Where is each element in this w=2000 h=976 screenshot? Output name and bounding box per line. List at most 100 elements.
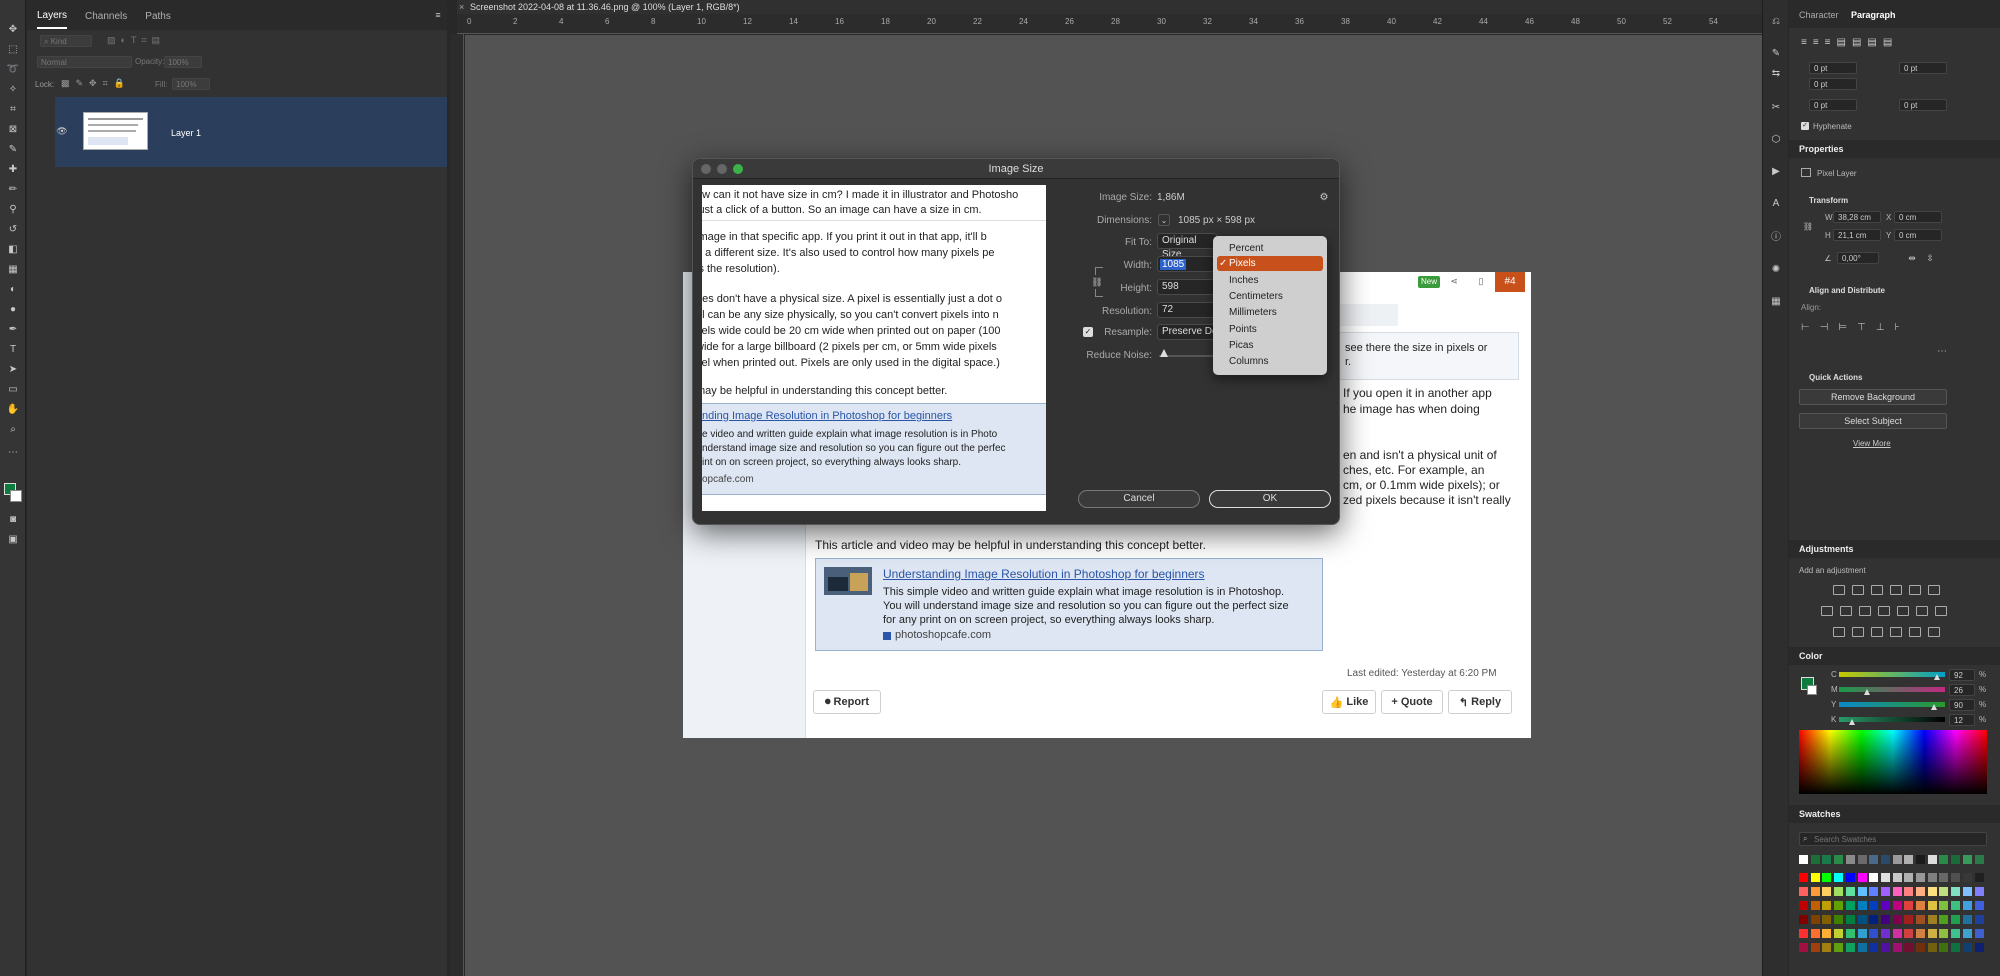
menu-item-columns[interactable]: Columns [1217, 354, 1323, 369]
height-cm-input[interactable]: 21,1 cm [1833, 229, 1881, 241]
color-swatch[interactable] [1799, 887, 1808, 896]
color-swatch[interactable] [1904, 855, 1914, 864]
grid-panel-icon[interactable]: ▦ [1769, 294, 1783, 308]
image-preview[interactable]: ow can it not have size in cm? I made it… [702, 185, 1046, 511]
color-spectrum[interactable] [1799, 730, 1987, 794]
remove-background-button[interactable]: Remove Background [1799, 389, 1947, 405]
marquee-tool-icon[interactable]: ⬚ [4, 40, 22, 58]
color-swatch[interactable] [1939, 855, 1949, 864]
screen-mode-icon[interactable]: ▣ [4, 530, 22, 548]
adjustment-icon[interactable] [1840, 606, 1852, 616]
color-swatch[interactable] [1951, 943, 1961, 952]
color-swatch[interactable] [1904, 873, 1914, 882]
color-swatch[interactable] [1939, 887, 1949, 896]
color-swatch[interactable] [1951, 901, 1961, 910]
color-swatch[interactable] [1927, 929, 1937, 938]
indent-first-input[interactable]: 0 pt [1809, 78, 1857, 90]
fit-to-select[interactable]: Original Size [1157, 233, 1217, 260]
color-swatch[interactable] [1799, 929, 1808, 938]
crop-tool-icon[interactable]: ⌗ [4, 100, 22, 118]
angle-input[interactable]: 0,00° [1837, 252, 1879, 264]
color-swatch[interactable] [1962, 873, 1972, 882]
visibility-eye-icon[interactable]: 👁 [55, 124, 69, 138]
color-swatch[interactable] [1822, 915, 1832, 924]
character-panel-icon[interactable]: A [1769, 196, 1783, 210]
indent-left-input[interactable]: 0 pt [1809, 62, 1857, 74]
transform-header[interactable]: Transform [1809, 196, 1848, 205]
filter-icons[interactable]: ▨◐T⌗▤ [107, 35, 237, 47]
adjustment-icon[interactable] [1821, 606, 1833, 616]
cmyk-slider-handle[interactable] [1848, 719, 1855, 725]
color-swatch[interactable] [1845, 943, 1855, 952]
color-swatch[interactable] [1939, 943, 1949, 952]
color-swatch[interactable] [1904, 929, 1914, 938]
color-swatch[interactable] [1869, 915, 1879, 924]
color-swatch[interactable] [1939, 915, 1949, 924]
adjustment-icon[interactable] [1852, 627, 1864, 637]
color-swatch[interactable] [1880, 943, 1890, 952]
color-swatch[interactable] [1857, 873, 1867, 882]
menu-item-percent[interactable]: Percent [1217, 241, 1323, 256]
gear-icon[interactable]: ⚙ [1318, 191, 1330, 203]
brush-tool-icon[interactable]: ✏ [4, 180, 22, 198]
adjustment-icon[interactable] [1878, 606, 1890, 616]
adjustment-icon[interactable] [1871, 627, 1883, 637]
color-swatch[interactable] [1845, 929, 1855, 938]
color-swatch[interactable] [1857, 915, 1867, 924]
menu-item-points[interactable]: Points [1217, 322, 1323, 337]
cmyk-slider-handle[interactable] [1933, 674, 1940, 680]
color-swatch[interactable] [1916, 873, 1925, 882]
search-swatches-input[interactable] [1814, 834, 1984, 845]
hand-tool-icon[interactable]: ✋ [4, 400, 22, 418]
color-swatch[interactable] [1974, 901, 1984, 910]
color-swatch[interactable] [1834, 855, 1844, 864]
color-swatch[interactable] [1916, 915, 1925, 924]
color-swatch[interactable] [1939, 901, 1949, 910]
cmyk-slider-track[interactable] [1839, 687, 1945, 692]
tab-character[interactable]: Character [1799, 10, 1839, 20]
color-swatch[interactable] [1880, 887, 1890, 896]
magic-wand-tool-icon[interactable]: ✧ [4, 80, 22, 98]
cmyk-value-input[interactable]: 12 [1949, 714, 1975, 726]
eyedropper-tool-icon[interactable]: ✎ [4, 140, 22, 158]
color-swatch[interactable] [1869, 873, 1879, 882]
link-preview-card[interactable]: Understanding Image Resolution in Photos… [815, 558, 1323, 651]
adjustment-icon[interactable] [1928, 585, 1940, 595]
color-swatch[interactable] [1939, 873, 1949, 882]
color-swatch[interactable] [1880, 855, 1890, 864]
background-color-swatch[interactable] [10, 490, 22, 502]
color-swatch[interactable] [1962, 855, 1972, 864]
color-swatch[interactable] [1834, 873, 1844, 882]
color-swatch[interactable] [1834, 915, 1844, 924]
color-swatch[interactable] [1822, 943, 1832, 952]
slider-handle[interactable] [1160, 349, 1168, 357]
color-swatch[interactable] [1927, 901, 1937, 910]
adjustment-icon[interactable] [1909, 585, 1921, 595]
actions-play-icon[interactable]: ▶ [1769, 164, 1783, 178]
color-swatch[interactable] [1810, 873, 1820, 882]
color-swatch[interactable] [1822, 929, 1832, 938]
more-tools-icon[interactable]: ⋯ [4, 443, 22, 461]
opacity-field[interactable]: 100% [164, 56, 202, 68]
lock-icons[interactable]: ▩✎✥⌗🔒 [61, 78, 131, 89]
color-swatch[interactable] [1916, 901, 1925, 910]
color-swatch[interactable] [1857, 855, 1867, 864]
color-swatch[interactable] [1869, 943, 1879, 952]
adjustment-icon[interactable] [1833, 585, 1845, 595]
adjustment-icon[interactable] [1928, 627, 1940, 637]
swatches-search[interactable]: ⌕ [1799, 832, 1987, 846]
cmyk-value-input[interactable]: 26 [1949, 684, 1975, 696]
color-swatch[interactable] [1799, 943, 1808, 952]
space-before-input[interactable]: 0 pt [1809, 99, 1857, 111]
color-swatch[interactable] [1880, 873, 1890, 882]
color-swatch[interactable] [1904, 887, 1914, 896]
align-header[interactable]: Align and Distribute [1809, 286, 1885, 295]
layer-row[interactable]: 👁 Layer 1 [55, 97, 447, 167]
color-swatch[interactable] [1845, 887, 1855, 896]
panel-menu-icon[interactable]: ≡ [433, 10, 443, 20]
color-swatch[interactable] [1927, 887, 1937, 896]
adjustments-header[interactable]: Adjustments [1789, 540, 2000, 558]
more-options-icon[interactable]: ⋯ [1937, 346, 1947, 357]
color-swatch[interactable] [1974, 855, 1984, 864]
color-swatch[interactable] [1845, 855, 1855, 864]
